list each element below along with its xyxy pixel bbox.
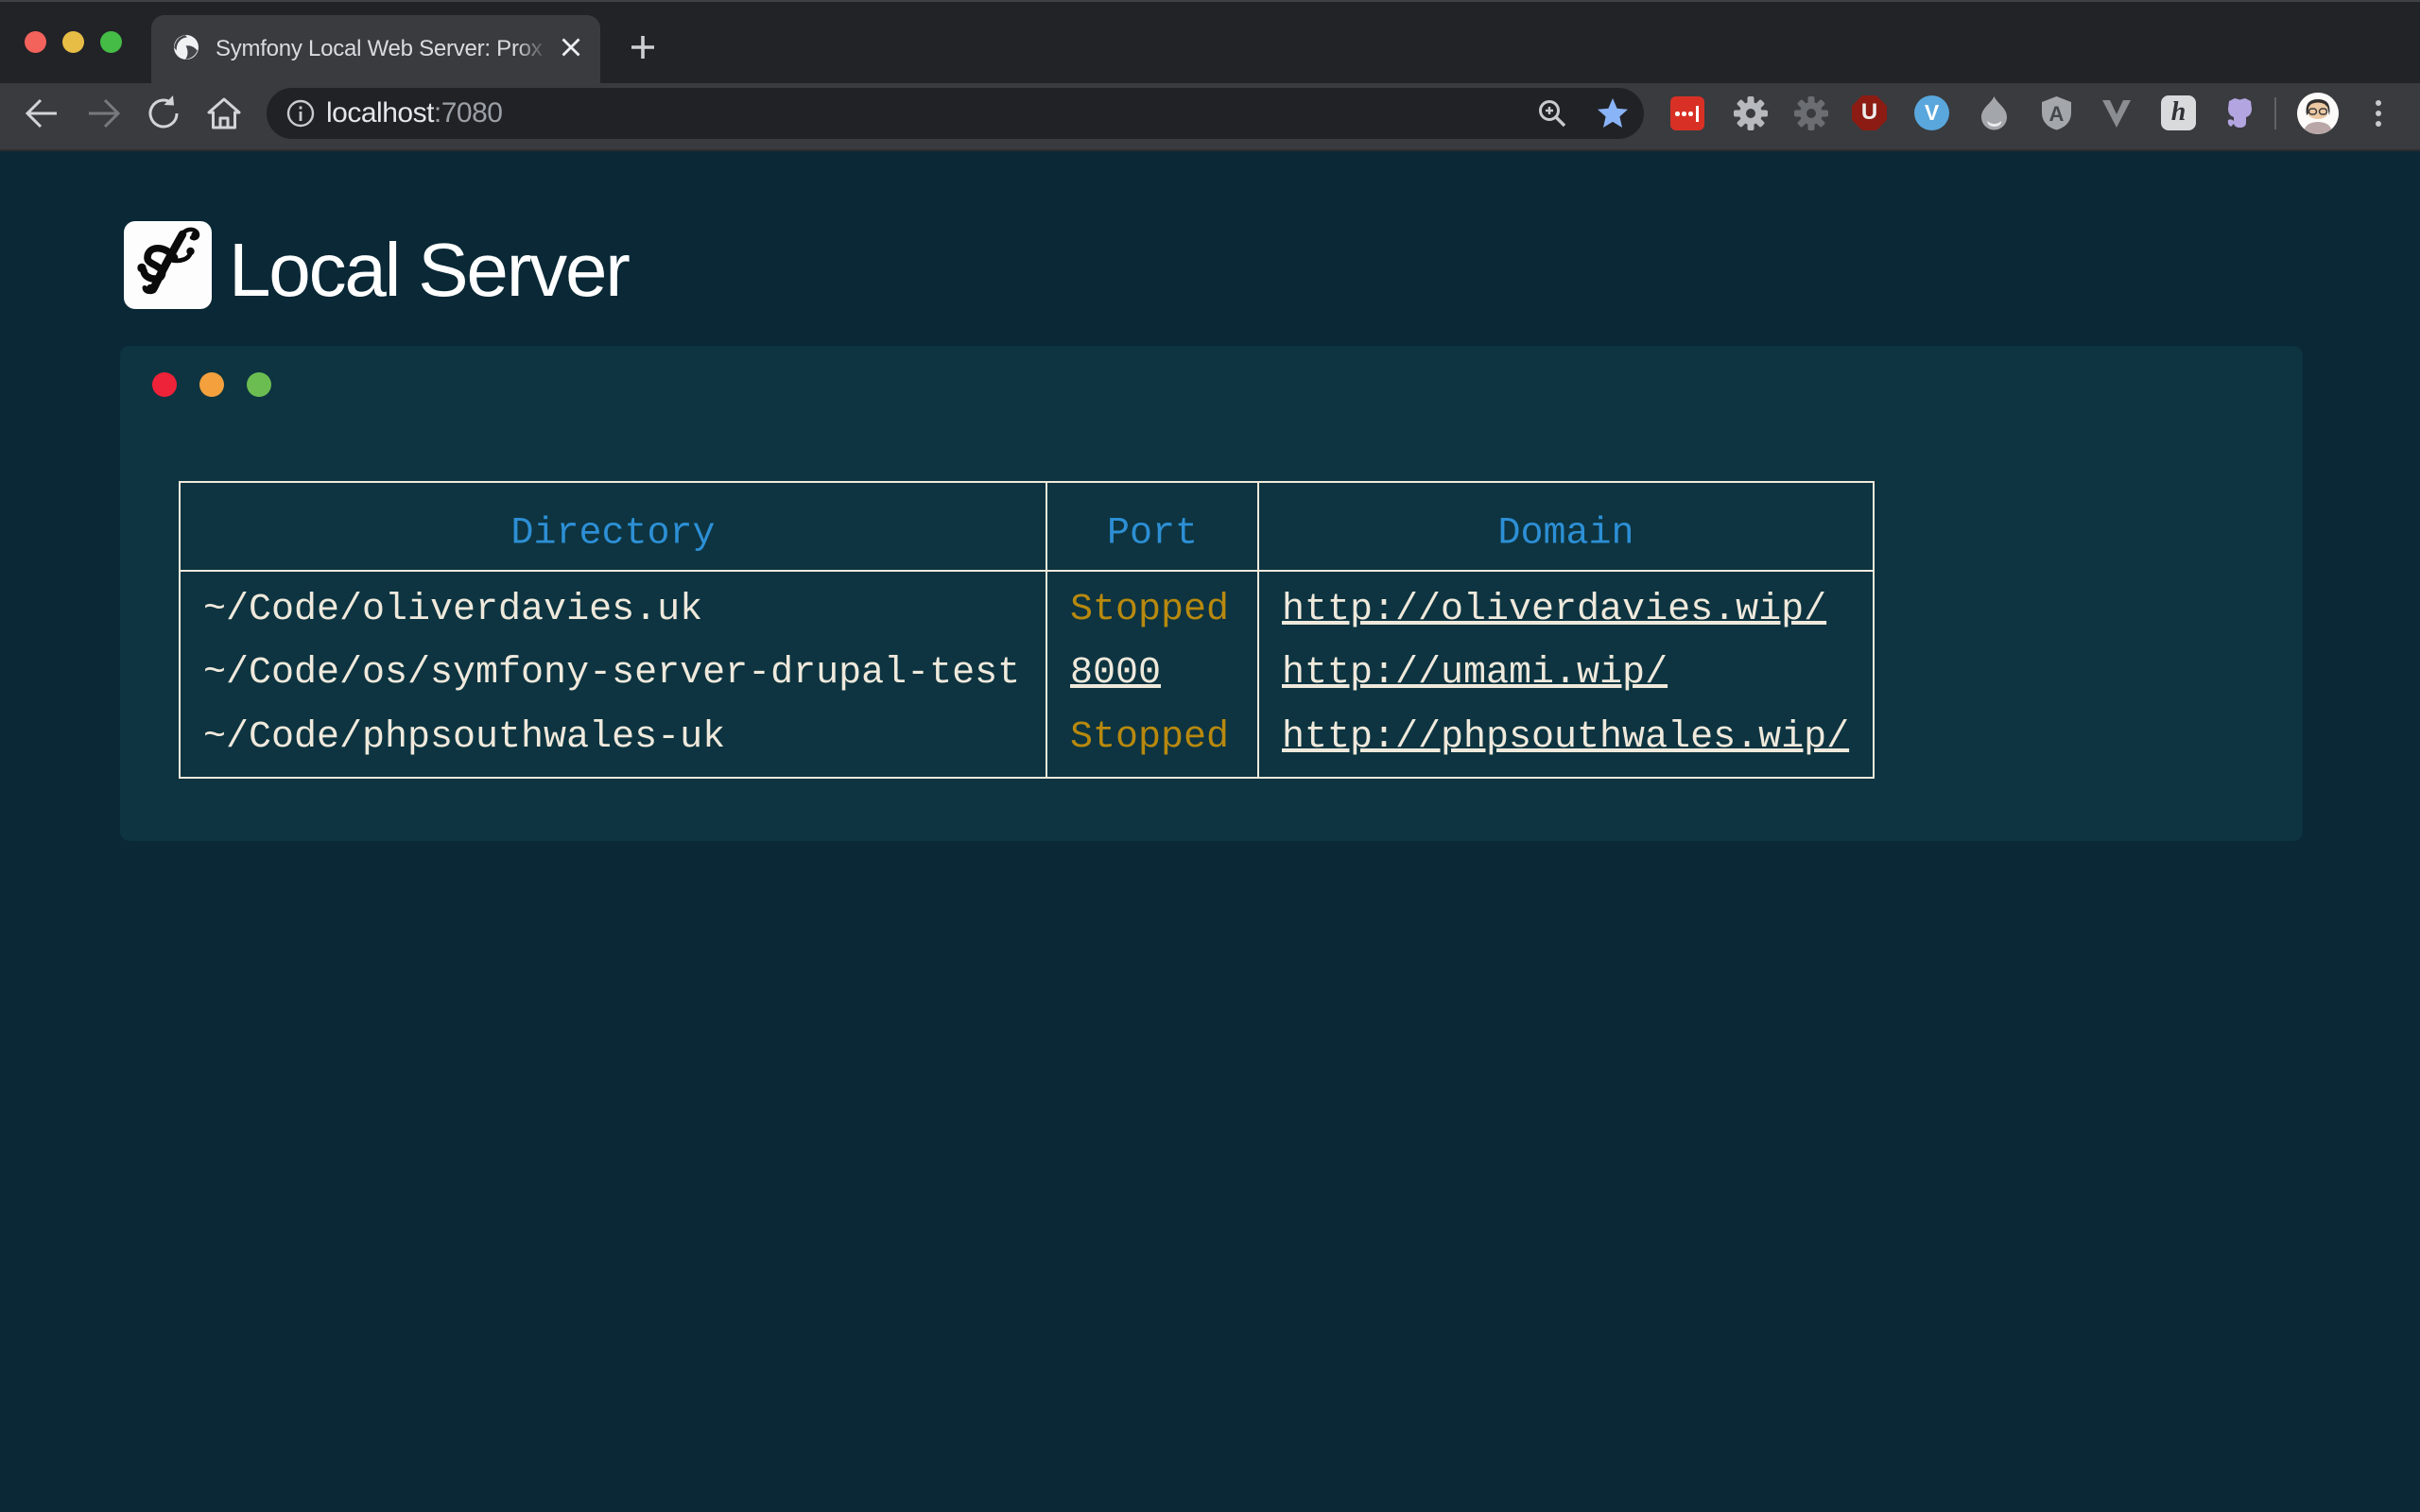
svg-text:A: A — [2049, 102, 2065, 126]
